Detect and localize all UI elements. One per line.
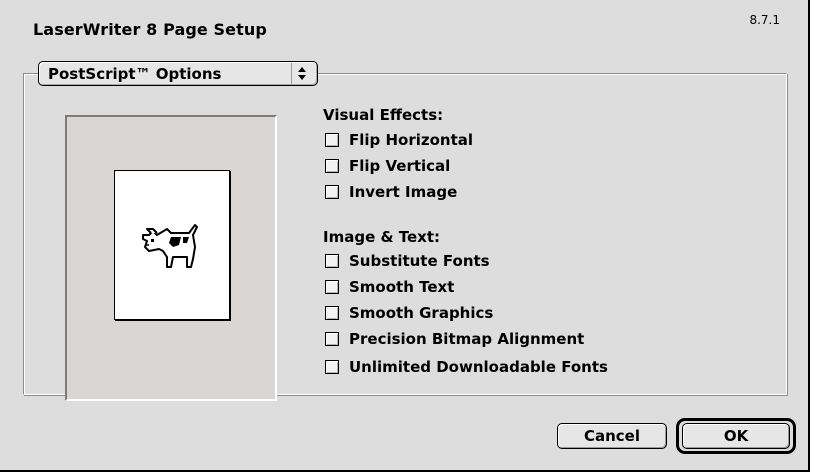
page-preview [65, 115, 277, 401]
invert-image-option[interactable]: Invert Image [325, 182, 457, 202]
smooth-text-label: Smooth Text [349, 278, 455, 296]
smooth-graphics-label: Smooth Graphics [349, 304, 494, 322]
paper-preview [114, 170, 230, 320]
ok-button[interactable]: OK [682, 423, 790, 449]
flip-vertical-checkbox[interactable] [325, 159, 339, 173]
flip-horizontal-checkbox[interactable] [325, 133, 339, 147]
popup-selected-value: PostScript™ Options [48, 65, 222, 83]
smooth-graphics-checkbox[interactable] [325, 306, 339, 320]
dialog-title: LaserWriter 8 Page Setup [33, 20, 267, 39]
unlimited-downloadable-fonts-label: Unlimited Downloadable Fonts [349, 358, 608, 376]
dogcow-icon [142, 224, 198, 268]
visual-effects-label: Visual Effects: [323, 106, 444, 124]
unlimited-downloadable-fonts-checkbox[interactable] [325, 360, 339, 374]
substitute-fonts-checkbox[interactable] [325, 254, 339, 268]
flip-vertical-option[interactable]: Flip Vertical [325, 156, 450, 176]
smooth-graphics-option[interactable]: Smooth Graphics [325, 303, 493, 323]
precision-bitmap-alignment-option[interactable]: Precision Bitmap Alignment [325, 329, 584, 349]
invert-image-checkbox[interactable] [325, 185, 339, 199]
image-text-label: Image & Text: [323, 228, 441, 246]
flip-horizontal-option[interactable]: Flip Horizontal [325, 130, 473, 150]
page-setup-dialog: LaserWriter 8 Page Setup 8.7.1 PostScrip… [0, 0, 810, 472]
up-down-arrows-icon [291, 63, 313, 84]
flip-horizontal-label: Flip Horizontal [349, 131, 474, 149]
substitute-fonts-option[interactable]: Substitute Fonts [325, 251, 490, 271]
smooth-text-option[interactable]: Smooth Text [325, 277, 454, 297]
precision-bitmap-alignment-checkbox[interactable] [325, 332, 339, 346]
unlimited-downloadable-fonts-option[interactable]: Unlimited Downloadable Fonts [325, 357, 608, 377]
smooth-text-checkbox[interactable] [325, 280, 339, 294]
cancel-button[interactable]: Cancel [557, 423, 667, 449]
substitute-fonts-label: Substitute Fonts [349, 252, 490, 270]
options-popup-menu[interactable]: PostScript™ Options [38, 61, 318, 86]
version-label: 8.7.1 [749, 13, 780, 27]
flip-vertical-label: Flip Vertical [349, 157, 451, 175]
precision-bitmap-alignment-label: Precision Bitmap Alignment [349, 330, 585, 348]
invert-image-label: Invert Image [349, 183, 458, 201]
